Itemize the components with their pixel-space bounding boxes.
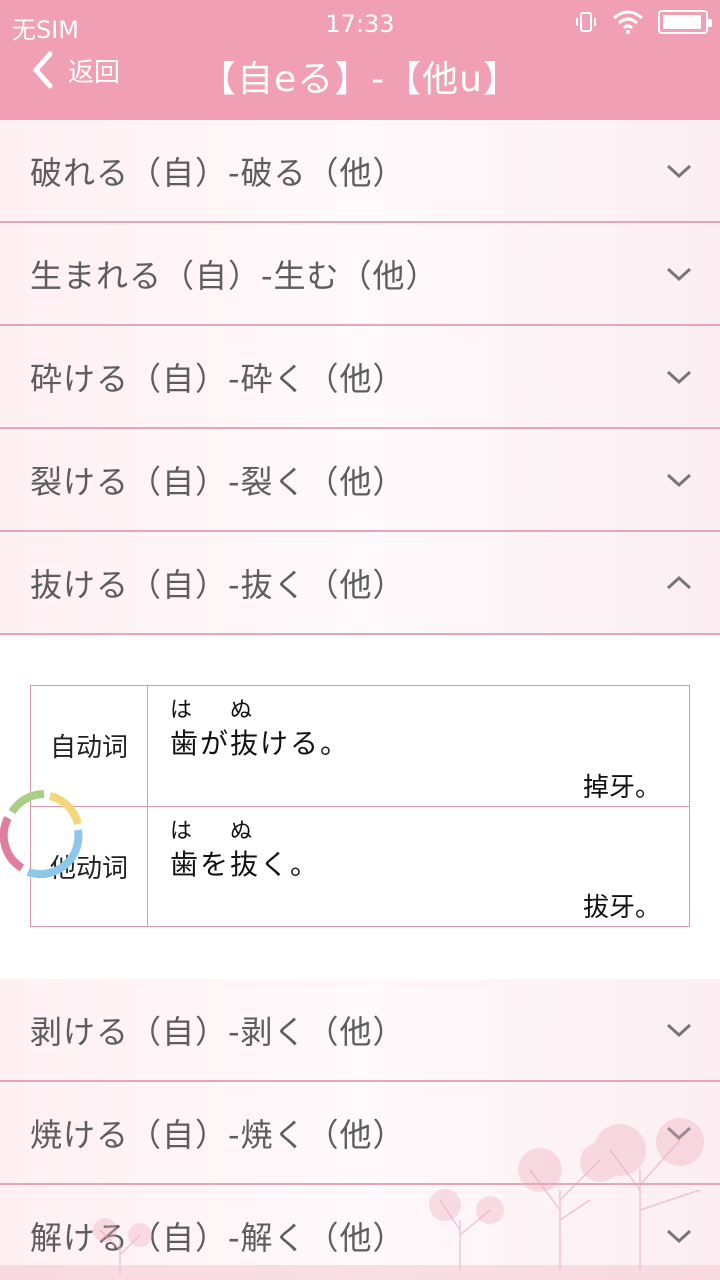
accordion-row[interactable]: 解ける（自）-解く（他） [0,1185,720,1280]
accordion-row[interactable]: 生まれる（自）-生む（他） [0,223,720,326]
furigana-reading: は [170,818,193,844]
chevron-down-icon [666,164,692,178]
furigana-reading: ぬ [230,818,253,844]
furigana: は ぬ [170,813,252,845]
example-translation: 拔牙。 [582,893,661,923]
furigana-reading: は [170,698,193,723]
example-table: 自动词 は ぬ 歯が抜ける。 掉牙。 他动词 は ぬ 歯を抜く。 拔牙。 [30,685,690,927]
accordion-row-expanded[interactable]: 抜ける（自）-抜く（他） [0,532,720,635]
chevron-down-icon [666,267,692,281]
example-sentence: 歯を抜く。 [170,847,321,881]
accordion-label: 砕ける（自）-砕く（他） [30,359,406,398]
example-translation: 掉牙。 [582,772,661,803]
accordion-row[interactable]: 焼ける（自）-焼く（他） [0,1082,720,1185]
chevron-down-icon [666,1023,692,1037]
table-row: 自动词 は ぬ 歯が抜ける。 掉牙。 [30,685,690,807]
example-cell: は ぬ 歯を抜く。 拔牙。 [147,805,690,927]
chevron-down-icon [666,1126,692,1140]
accordion-label: 焼ける（自）-焼く（他） [30,1115,406,1154]
chevron-down-icon [666,473,692,487]
battery-icon [658,10,712,34]
accordion-label: 裂ける（自）-裂く（他） [30,462,406,501]
accordion-label: 破れる（自）-破る（他） [30,153,406,192]
wifi-icon [613,10,643,34]
example-sentence: 歯が抜ける。 [170,727,351,760]
furigana: は ぬ [170,692,252,724]
accordion-label: 抜ける（自）-抜く（他） [30,565,406,604]
accordion-label: 生まれる（自）-生む（他） [30,256,439,295]
status-bar: 无SIM 17:33 [0,0,720,48]
table-row: 他动词 は ぬ 歯を抜く。 拔牙。 [30,805,690,927]
status-icons [574,10,712,34]
verb-pair-list: 破れる（自）-破る（他） 生まれる（自）-生む（他） 砕ける（自）-砕く（他） … [0,120,720,1280]
example-cell: は ぬ 歯が抜ける。 掉牙。 [147,685,690,807]
chevron-up-icon [666,575,692,589]
loading-spinner-icon [0,790,83,878]
vibrate-icon [576,12,596,32]
accordion-row[interactable]: 破れる（自）-破る（他） [0,120,720,223]
furigana-reading: ぬ [230,698,253,723]
chevron-down-icon [666,370,692,384]
accordion-label: 解ける（自）-解く（他） [30,1218,406,1257]
accordion-label: 剥ける（自）-剥く（他） [30,1012,406,1051]
page-title: 【自eる】-【他u】 [200,59,520,100]
accordion-row[interactable]: 砕ける（自）-砕く（他） [0,326,720,429]
accordion-row[interactable]: 剥ける（自）-剥く（他） [0,979,720,1082]
chevron-down-icon [666,1229,692,1243]
example-panel: 自动词 は ぬ 歯が抜ける。 掉牙。 他动词 は ぬ 歯を抜く。 拔牙。 [0,635,720,979]
app-header: 无SIM 17:33 返回 【自eる】-【他u】 [0,0,720,120]
accordion-row[interactable]: 裂ける（自）-裂く（他） [0,429,720,532]
